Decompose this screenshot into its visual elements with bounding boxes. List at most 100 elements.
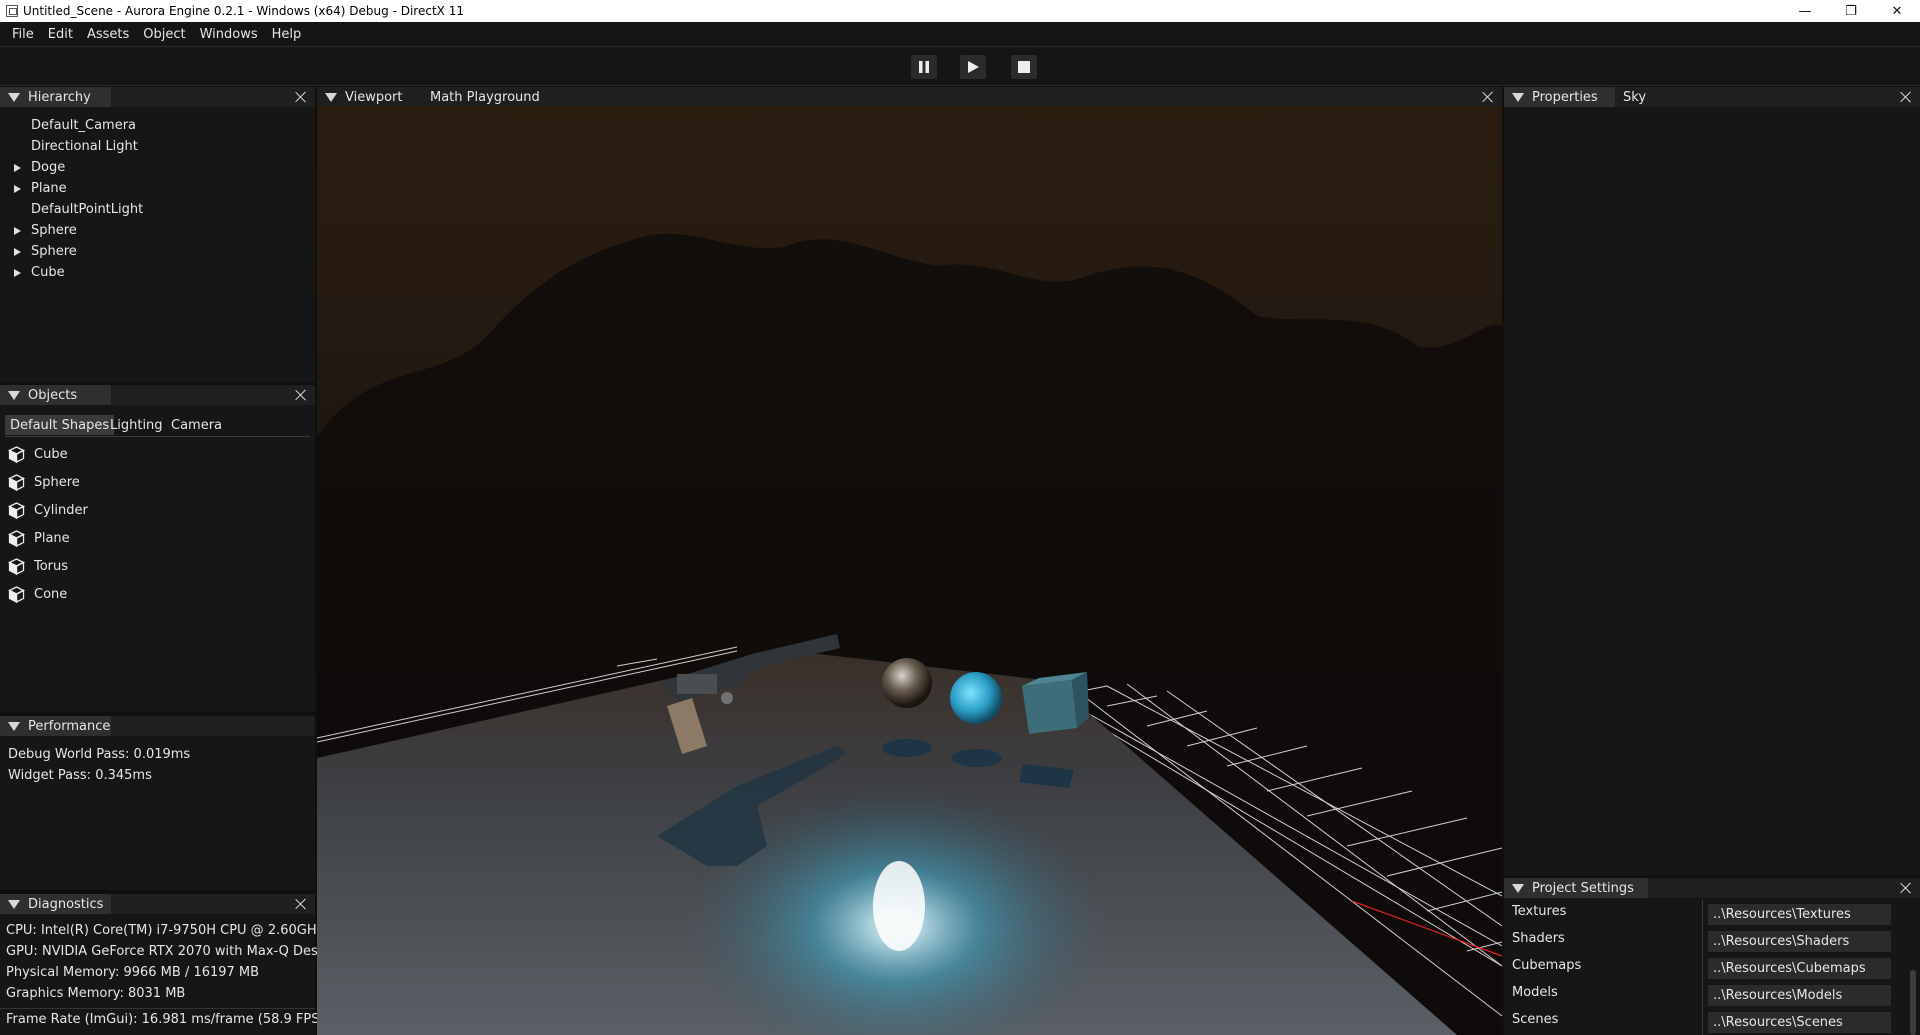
sphere-shadow (952, 749, 1002, 767)
scene-render[interactable] (317, 106, 1502, 1035)
minimize-button[interactable]: — (1782, 0, 1828, 22)
tab-hierarchy[interactable]: Hierarchy (0, 87, 111, 107)
setting-label: Cubemaps (1512, 958, 1582, 973)
cube-icon (8, 445, 25, 463)
shape-item[interactable]: Cube (0, 442, 68, 466)
tab-objects[interactable]: Objects (0, 385, 111, 405)
tab-label: Project Settings (1532, 880, 1634, 896)
menu-assets[interactable]: Assets (80, 27, 136, 42)
objects-tab-bar: Default Shapes Lighting Camera (5, 415, 310, 435)
diagnostics-header: Diagnostics (0, 894, 315, 914)
menu-help[interactable]: Help (265, 27, 309, 42)
shape-item[interactable]: Cylinder (0, 498, 88, 522)
window-title: Untitled_Scene - Aurora Engine 0.2.1 - W… (23, 4, 464, 18)
tab-label: Properties (1532, 89, 1598, 105)
close-icon[interactable] (1898, 880, 1914, 896)
tree-item[interactable]: Cube (0, 262, 65, 283)
tree-item-label: Cube (31, 265, 65, 280)
cubemaps-path-field[interactable]: ..\Resources\Cubemaps (1708, 958, 1891, 979)
menu-windows[interactable]: Windows (193, 27, 265, 42)
menu-file[interactable]: File (5, 27, 41, 42)
menu-object[interactable]: Object (136, 27, 192, 42)
tab-performance[interactable]: Performance (0, 716, 111, 736)
tree-item[interactable]: Sphere (0, 241, 77, 262)
tree-item[interactable]: Directional Light (0, 136, 138, 157)
tab-camera[interactable]: Camera (166, 415, 227, 435)
shape-item[interactable]: Cone (0, 582, 67, 606)
tree-item[interactable]: Doge (0, 157, 65, 178)
diag-line: Graphics Memory: 8031 MB (6, 986, 186, 1001)
performance-panel: Performance Debug World Pass: 0.019ms Wi… (0, 716, 315, 890)
cube-icon (8, 501, 25, 519)
tree-item[interactable]: Sphere (0, 220, 77, 241)
perf-line: Widget Pass: 0.345ms (8, 768, 152, 783)
expand-arrow-icon[interactable] (14, 226, 21, 235)
play-button[interactable] (960, 55, 986, 79)
shape-item[interactable]: Sphere (0, 470, 80, 494)
diag-line: Physical Memory: 9966 MB / 16197 MB (6, 965, 260, 980)
hierarchy-panel: Hierarchy Default_Camera Directional Lig… (0, 87, 315, 382)
shape-item[interactable]: Plane (0, 526, 70, 550)
collapse-icon (8, 92, 20, 102)
expand-arrow-icon[interactable] (14, 184, 21, 193)
shaders-path-field[interactable]: ..\Resources\Shaders (1708, 931, 1891, 952)
tree-item-label: DefaultPointLight (31, 202, 144, 217)
shape-label: Cone (34, 586, 68, 602)
setting-label: Textures (1512, 904, 1567, 919)
pause-icon (919, 61, 929, 73)
maximize-button[interactable]: ❐ (1828, 0, 1874, 22)
close-icon[interactable] (293, 387, 309, 403)
models-path-field[interactable]: ..\Resources\Models (1708, 985, 1891, 1006)
tab-label: Objects (28, 387, 78, 403)
tab-project-settings[interactable]: Project Settings (1504, 878, 1648, 898)
tab-label: Sky (1623, 89, 1647, 105)
close-icon[interactable] (293, 896, 309, 912)
expand-arrow-icon[interactable] (14, 268, 21, 277)
menu-bar: File Edit Assets Object Windows Help (0, 22, 1920, 46)
tab-math-playground[interactable]: Math Playground (422, 87, 548, 107)
tree-item-label: Sphere (31, 244, 77, 259)
tree-item[interactable]: DefaultPointLight (0, 199, 143, 220)
tab-lighting[interactable]: Lighting (105, 415, 168, 435)
tab-default-shapes[interactable]: Default Shapes (5, 415, 115, 435)
shape-label: Cube (34, 446, 68, 462)
tree-item-label: Doge (31, 160, 66, 175)
light-hotspot (873, 861, 925, 951)
tab-underline (5, 436, 310, 437)
shape-label: Sphere (34, 474, 80, 490)
tab-sky[interactable]: Sky (1615, 87, 1654, 107)
tab-viewport[interactable]: Viewport (317, 87, 422, 107)
scenes-path-field[interactable]: ..\Resources\Scenes (1708, 1012, 1891, 1033)
scrollbar-thumb[interactable] (1910, 970, 1916, 1035)
play-icon (968, 61, 979, 73)
diag-line: Frame Rate (ImGui): 16.981 ms/frame (58.… (6, 1012, 325, 1027)
tree-item[interactable]: Plane (0, 178, 67, 199)
app-icon (6, 5, 18, 17)
setting-label: Shaders (1512, 931, 1565, 946)
tree-item-label: Sphere (31, 223, 77, 238)
shape-label: Cylinder (34, 502, 88, 518)
properties-panel: Properties Sky (1504, 87, 1920, 875)
close-icon[interactable] (1480, 89, 1496, 105)
tab-label: Math Playground (430, 89, 540, 105)
tree-item[interactable]: Default_Camera (0, 115, 136, 136)
tab-diagnostics[interactable]: Diagnostics (0, 894, 111, 914)
objects-header: Objects (0, 385, 315, 405)
shape-item[interactable]: Torus (0, 554, 68, 578)
collapse-icon (8, 390, 20, 400)
cube-icon (8, 529, 25, 547)
menu-edit[interactable]: Edit (41, 27, 80, 42)
pause-button[interactable] (911, 55, 937, 79)
expand-arrow-icon[interactable] (14, 163, 21, 172)
close-icon[interactable] (1898, 89, 1914, 105)
expand-arrow-icon[interactable] (14, 247, 21, 256)
tab-properties[interactable]: Properties (1504, 87, 1615, 107)
close-icon[interactable] (293, 89, 309, 105)
tab-label: Diagnostics (28, 896, 104, 912)
shape-label: Torus (34, 558, 69, 574)
scene-view[interactable] (317, 106, 1502, 1035)
close-window-button[interactable]: ✕ (1874, 0, 1920, 22)
tab-label: Hierarchy (28, 89, 91, 105)
stop-button[interactable] (1011, 55, 1037, 79)
textures-path-field[interactable]: ..\Resources\Textures (1708, 904, 1891, 925)
